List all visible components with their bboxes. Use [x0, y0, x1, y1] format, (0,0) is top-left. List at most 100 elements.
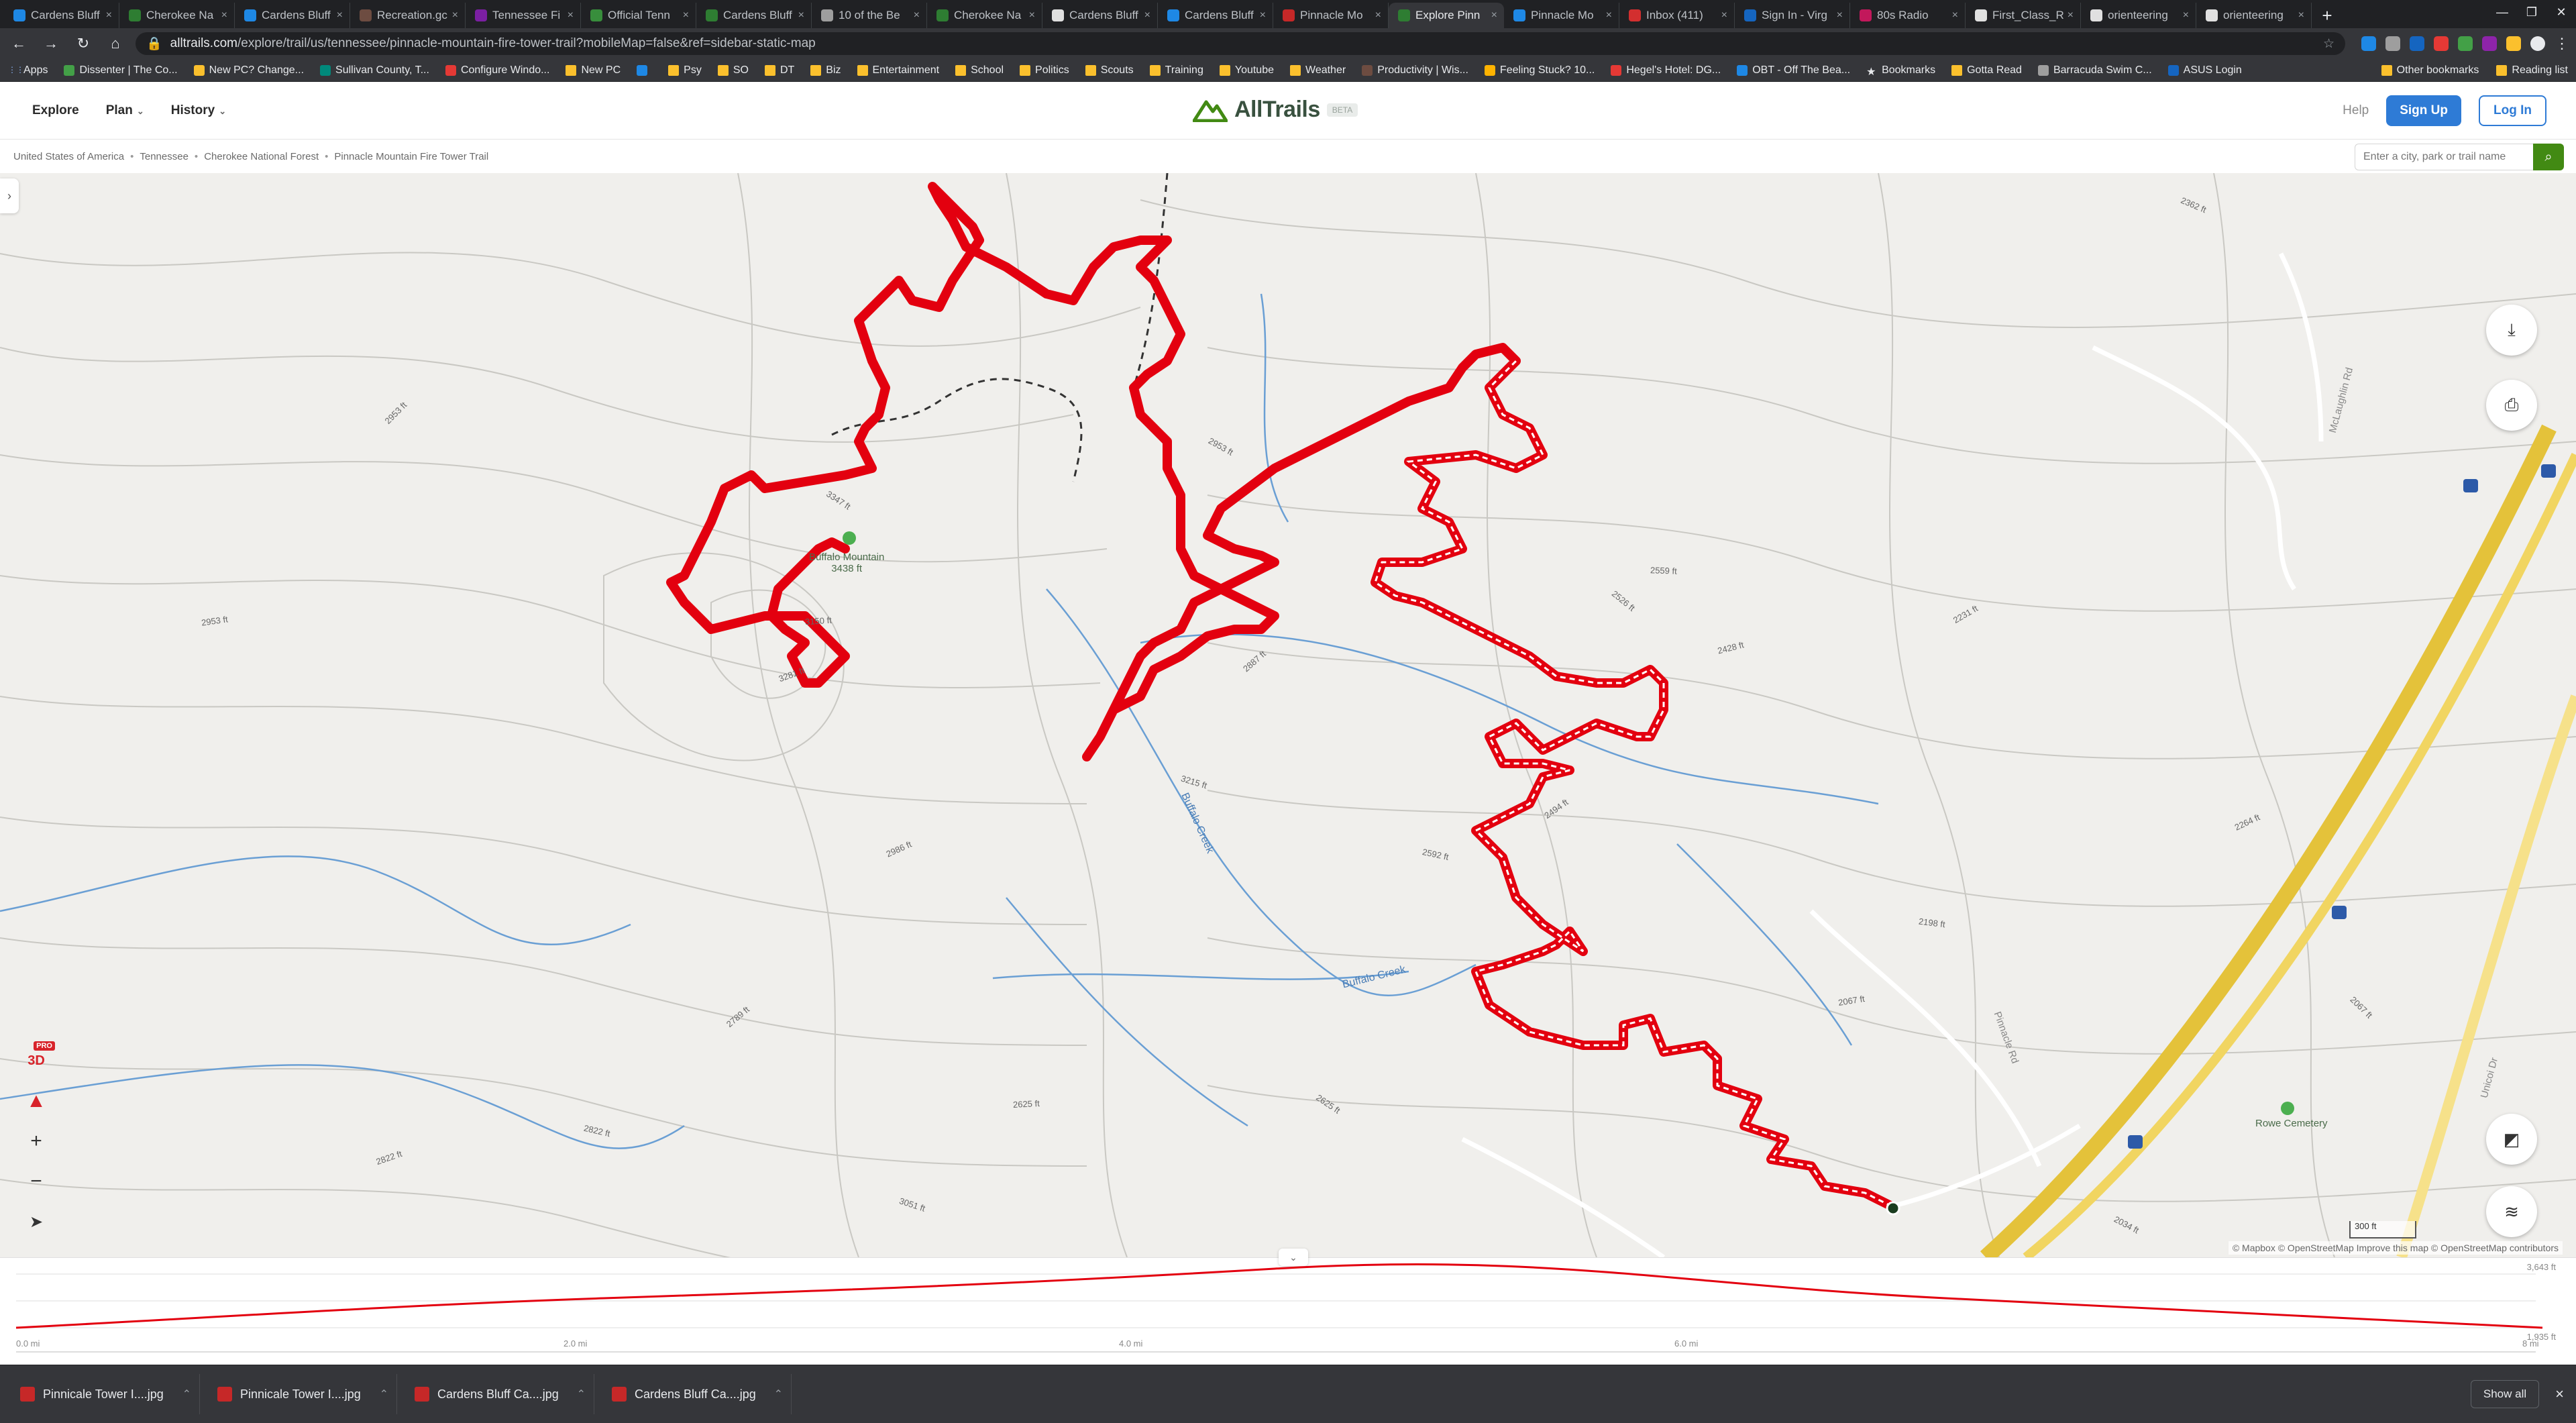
profile-avatar[interactable] — [2530, 36, 2545, 51]
bookmark-item[interactable]: Gotta Read — [1951, 64, 2022, 76]
bookmark-item[interactable]: Politics — [1020, 64, 1069, 76]
extension-icon[interactable] — [2410, 36, 2424, 51]
3d-toggle-button[interactable]: 3D PRO — [15, 1041, 58, 1076]
tab-close-icon[interactable]: × — [2298, 9, 2304, 21]
chevron-up-icon[interactable]: ⌃ — [380, 1387, 388, 1401]
tab-close-icon[interactable]: × — [1721, 9, 1727, 21]
tab-close-icon[interactable]: × — [1144, 9, 1150, 21]
search-input[interactable] — [2355, 144, 2533, 170]
menu-dots-icon[interactable]: ⋮ — [2555, 36, 2569, 51]
download-item[interactable]: Cardens Bluff Ca....jpg ⌃ — [604, 1374, 792, 1414]
bookmark-star-icon[interactable]: ☆ — [2323, 36, 2334, 52]
bookmark-item[interactable]: School — [955, 64, 1004, 76]
download-item[interactable]: Cardens Bluff Ca....jpg ⌃ — [407, 1374, 594, 1414]
bookmark-item[interactable]: Weather — [1290, 64, 1346, 76]
bookmark-item[interactable]: Entertainment — [857, 64, 939, 76]
address-bar[interactable]: 🔒 alltrails.com /explore/trail/us/tennes… — [136, 32, 2345, 55]
bookmark-item[interactable]: SO — [717, 64, 749, 76]
map-attribution[interactable]: © Mapbox © OpenStreetMap Improve this ma… — [2228, 1241, 2563, 1255]
bookmark-item[interactable]: ASUS Login — [2167, 64, 2242, 76]
extension-icon[interactable] — [2506, 36, 2521, 51]
bookmark-item[interactable]: Productivity | Wis... — [1362, 64, 1468, 76]
print-map-button[interactable]: ⎙ — [2486, 380, 2537, 431]
bookmark-item[interactable]: Sullivan County, T... — [320, 64, 429, 76]
browser-tab[interactable]: orienteering × — [2196, 3, 2312, 28]
tab-close-icon[interactable]: × — [2183, 9, 2189, 21]
bookmark-item[interactable]: New PC — [566, 64, 621, 76]
sidebar-collapse-button[interactable]: › — [0, 178, 19, 213]
map-layers-toggle-button[interactable]: ◩ — [2486, 1114, 2537, 1165]
summit-marker[interactable] — [843, 531, 856, 545]
bookmark-item[interactable]: ★ Bookmarks — [1866, 64, 1935, 78]
breadcrumb-link[interactable]: United States of America — [13, 151, 124, 162]
breadcrumb-link[interactable]: Cherokee National Forest — [204, 151, 319, 162]
bookmark-item[interactable]: Configure Windo... — [445, 64, 549, 76]
search-icon[interactable]: ⌕ — [2533, 144, 2564, 170]
sign-up-button[interactable]: Sign Up — [2386, 95, 2462, 126]
show-all-downloads-button[interactable]: Show all — [2470, 1380, 2540, 1408]
browser-tab[interactable]: Sign In - Virg × — [1735, 3, 1850, 28]
trail-map[interactable]: › Buffalo Mountain 3438 ft Rowe Cemetery… — [0, 173, 2576, 1257]
bookmark-item[interactable]: Hegel's Hotel: DG... — [1611, 64, 1721, 76]
tab-close-icon[interactable]: × — [452, 9, 458, 21]
minimize-icon[interactable]: — — [2487, 0, 2517, 24]
tab-close-icon[interactable]: × — [1029, 9, 1035, 21]
zoom-out-button[interactable]: − — [15, 1166, 58, 1197]
tab-close-icon[interactable]: × — [1952, 9, 1958, 21]
tab-close-icon[interactable]: × — [106, 9, 112, 21]
browser-tab[interactable]: Recreation.gc × — [350, 3, 466, 28]
browser-tab[interactable]: orienteering × — [2081, 3, 2196, 28]
bookmark-item[interactable]: OBT - Off The Bea... — [1737, 64, 1850, 76]
nav-item-history[interactable]: History ⌄ — [171, 103, 226, 118]
tab-close-icon[interactable]: × — [1837, 9, 1843, 21]
tab-close-icon[interactable]: × — [2068, 9, 2074, 21]
bookmark-item[interactable]: Training — [1149, 64, 1203, 76]
browser-tab[interactable]: Pinnacle Mo × — [1273, 3, 1389, 28]
download-item[interactable]: Pinnicale Tower I....jpg ⌃ — [12, 1374, 200, 1414]
chevron-up-icon[interactable]: ⌃ — [182, 1387, 191, 1401]
browser-tab[interactable]: Tennessee Fi × — [466, 3, 581, 28]
nav-item-plan[interactable]: Plan ⌄ — [106, 103, 144, 118]
browser-tab[interactable]: Cardens Bluff × — [1042, 3, 1158, 28]
cemetery-marker[interactable] — [2281, 1102, 2294, 1115]
browser-tab[interactable]: First_Class_R × — [1966, 3, 2081, 28]
elevation-profile[interactable]: ⌄ 0.0 mi 2.0 mi 4.0 mi 6.0 mi 8 mi 3,643… — [0, 1249, 2576, 1365]
tab-close-icon[interactable]: × — [1260, 9, 1266, 21]
browser-tab[interactable]: Cardens Bluff × — [1158, 3, 1273, 28]
alltrails-logo[interactable]: AllTrails BETA — [1193, 97, 1358, 123]
tab-close-icon[interactable]: × — [337, 9, 343, 21]
locate-me-icon[interactable]: ➤ — [15, 1206, 58, 1237]
tab-close-icon[interactable]: × — [221, 9, 227, 21]
bookmark-item[interactable]: New PC? Change... — [193, 64, 304, 76]
bookmark-item[interactable]: Biz — [810, 64, 841, 76]
browser-tab[interactable]: Cardens Bluff × — [4, 3, 119, 28]
bookmark-item[interactable]: ⋮⋮ Apps — [8, 64, 48, 76]
bookmark-item[interactable]: Reading list — [2496, 64, 2568, 76]
bookmark-item[interactable]: Barracuda Swim C... — [2037, 64, 2152, 76]
help-link[interactable]: Help — [2343, 103, 2369, 118]
tab-close-icon[interactable]: × — [1375, 9, 1381, 21]
download-map-button[interactable]: ⤓ — [2486, 305, 2537, 356]
tab-close-icon[interactable]: × — [568, 9, 574, 21]
browser-tab[interactable]: Cherokee Na × — [927, 3, 1042, 28]
chevron-up-icon[interactable]: ⌃ — [774, 1387, 783, 1401]
browser-tab[interactable]: Explore Pinn × — [1389, 3, 1504, 28]
bookmark-item[interactable]: Psy — [668, 64, 702, 76]
tab-close-icon[interactable]: × — [1491, 9, 1497, 21]
chevron-up-icon[interactable]: ⌃ — [577, 1387, 586, 1401]
browser-tab[interactable]: 10 of the Be × — [812, 3, 927, 28]
browser-tab[interactable]: Official Tenn × — [581, 3, 696, 28]
back-icon[interactable]: ← — [7, 35, 31, 52]
restore-icon[interactable]: ❐ — [2517, 0, 2546, 24]
bookmark-item[interactable]: Feeling Stuck? 10... — [1484, 64, 1595, 76]
bookmark-item[interactable] — [637, 64, 652, 76]
extension-icon[interactable] — [2482, 36, 2497, 51]
forward-icon[interactable]: → — [39, 35, 63, 52]
reload-icon[interactable]: ↻ — [71, 35, 95, 52]
tab-close-icon[interactable]: × — [683, 9, 689, 21]
trailhead-marker[interactable] — [1886, 1201, 1900, 1216]
map-layers-icon[interactable]: ≋ — [2486, 1186, 2537, 1237]
extension-icon[interactable] — [2361, 36, 2376, 51]
tab-close-icon[interactable]: × — [798, 9, 804, 21]
new-tab-icon[interactable]: + — [2312, 3, 2343, 28]
